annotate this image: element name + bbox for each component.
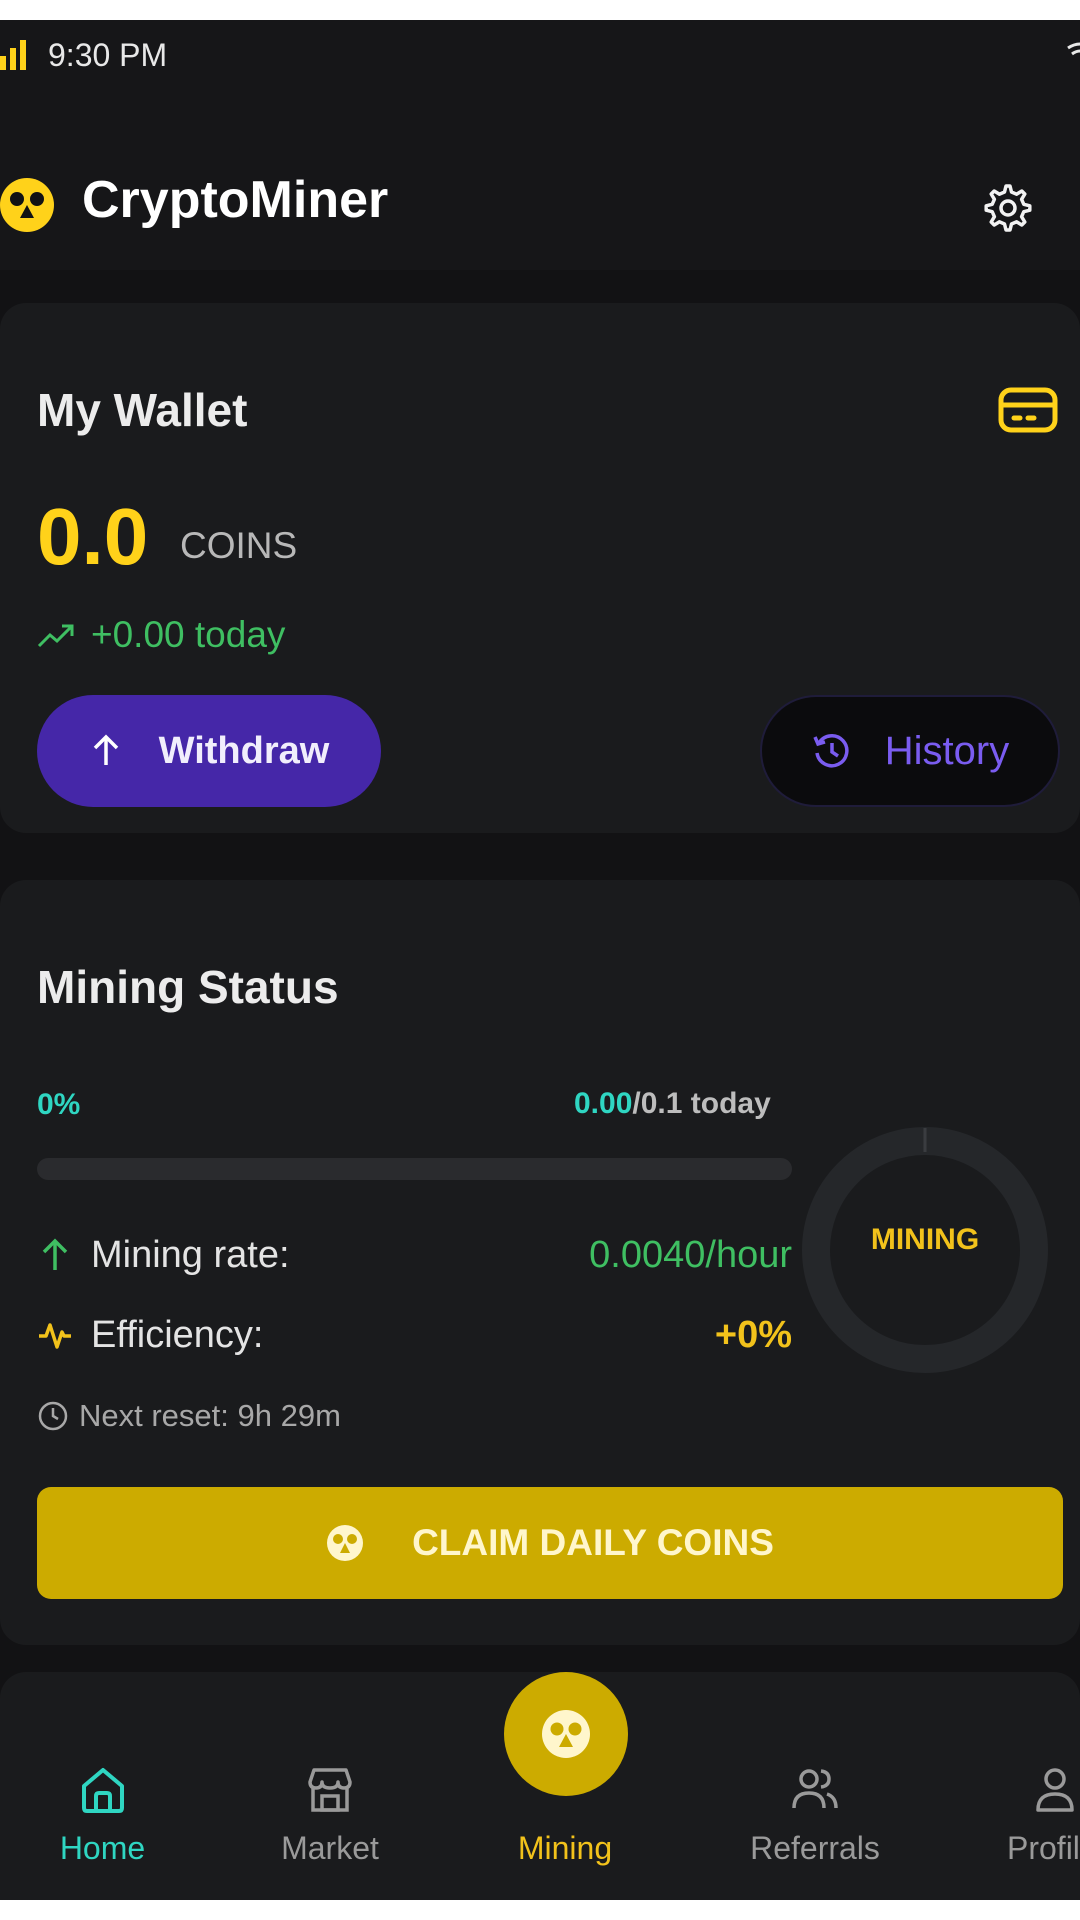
activity-icon [39, 1323, 71, 1349]
arrow-up-icon [42, 1238, 68, 1270]
clock-icon [38, 1401, 68, 1431]
signal-icon [0, 40, 26, 70]
store-icon [308, 1768, 352, 1812]
settings-gear-icon[interactable] [978, 180, 1034, 236]
app-screen: 9:30 PM CryptoMiner My Wallet 0.0 COINS [0, 20, 1080, 1900]
mining-status-card: Mining Status 0% 0.00/0.1 today Mining r… [0, 880, 1080, 1645]
home-icon [81, 1768, 124, 1813]
efficiency-row: Efficiency: +0% [37, 1310, 792, 1360]
history-label: History [884, 728, 1010, 773]
efficiency-label: Efficiency: [91, 1313, 264, 1356]
mined-today-row: 0.00/0.1 today [574, 1087, 771, 1121]
nav-profile[interactable]: Profile [985, 1672, 1080, 1900]
mining-rate-label: Mining rate: [91, 1233, 290, 1276]
next-reset-text: Next reset: 9h 29m [79, 1398, 341, 1433]
mined-today-value: 0.00 [574, 1087, 633, 1120]
mining-icon [327, 1525, 364, 1561]
status-time: 9:30 PM [48, 37, 168, 73]
withdraw-label: Withdraw [158, 729, 330, 772]
bottom-navigation: Home Market Mining Referrals Profil [0, 1672, 1080, 1900]
app-title: CryptoMiner [82, 171, 389, 229]
nav-home[interactable]: Home [30, 1672, 175, 1900]
arrow-up-icon [93, 734, 118, 765]
mining-fab[interactable] [504, 1672, 628, 1796]
nav-mining[interactable]: Mining [480, 1672, 650, 1900]
mining-rate-row: Mining rate: 0.0040/hour [37, 1230, 792, 1280]
efficiency-value: +0% [714, 1313, 792, 1356]
next-reset-row: Next reset: 9h 29m [37, 1398, 341, 1434]
wallet-balance-unit: COINS [180, 525, 298, 566]
app-header: CryptoMiner [0, 90, 1080, 270]
trending-up-icon [37, 624, 74, 648]
wifi-icon [1067, 42, 1080, 56]
nav-referrals-label: Referrals [750, 1830, 880, 1866]
nav-market[interactable]: Market [255, 1672, 405, 1900]
status-bar: 9:30 PM [0, 20, 1080, 90]
wallet-title: My Wallet [37, 384, 248, 436]
mining-progress-bar [37, 1158, 792, 1180]
users-icon [792, 1769, 838, 1809]
wallet-card: My Wallet 0.0 COINS +0.00 today Withdraw [0, 303, 1080, 833]
mining-percent: 0% [37, 1088, 81, 1121]
app-logo-icon [0, 178, 54, 232]
wallet-change-today: +0.00 today [91, 614, 286, 655]
nav-market-label: Market [281, 1830, 379, 1866]
history-button[interactable]: History [760, 695, 1060, 807]
withdraw-button[interactable]: Withdraw [37, 695, 381, 807]
nav-referrals[interactable]: Referrals [730, 1672, 900, 1900]
history-icon [813, 734, 849, 768]
nav-mining-label: Mining [517, 1830, 613, 1866]
nav-profile-label: Profile [1007, 1830, 1080, 1866]
nav-home-label: Home [59, 1830, 146, 1866]
claim-label: CLAIM DAILY COINS [412, 1522, 774, 1563]
daily-limit: /0.1 today [632, 1087, 771, 1120]
wallet-card-icon[interactable] [998, 385, 1058, 435]
wallet-balance: 0.0 [37, 492, 149, 581]
mining-icon [542, 1710, 590, 1758]
user-icon [1036, 1768, 1074, 1812]
mining-gauge-label: MINING [870, 1223, 980, 1256]
mining-title: Mining Status [37, 961, 339, 1013]
mining-rate-value: 0.0040/hour [589, 1233, 792, 1276]
claim-daily-coins-button[interactable]: CLAIM DAILY COINS [37, 1487, 1063, 1599]
wallet-change-row: +0.00 today [37, 613, 285, 657]
